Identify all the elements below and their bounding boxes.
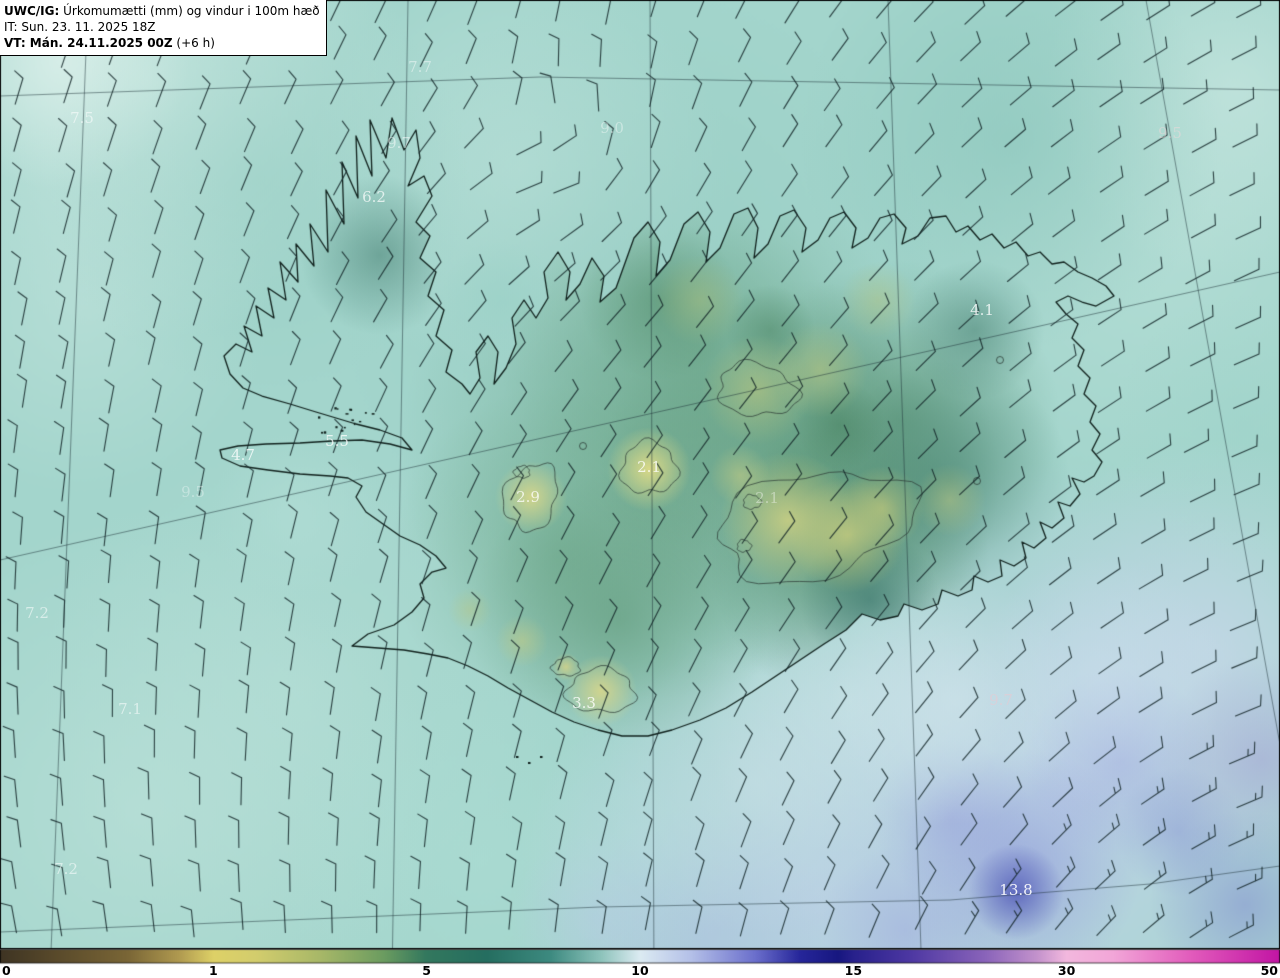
map-canvas: [0, 0, 1280, 978]
colorbar-tick-label: 1: [209, 963, 218, 978]
weather-map: 7.5 7.7 9.7 6.2 9.0 9.5 4.1 5.5 4.7 9.5 2.9 2.1 2.1 7…: [0, 0, 1280, 978]
colorbar-tick-label: 15: [844, 963, 863, 978]
colorbar-tick-label: 5: [422, 963, 431, 978]
product-title: Úrkomumætti (mm) og vindur i 100m hæð: [59, 4, 320, 18]
valid-time: VT: Mán. 24.11.2025 00Z: [4, 36, 173, 50]
forecast-header: UWC/IG: Úrkomumætti (mm) og vindur i 100…: [0, 0, 327, 56]
lead-time: (+6 h): [172, 36, 215, 50]
colorbar-tick-label: 50: [1260, 963, 1278, 978]
init-time: IT: Sun. 23. 11. 2025 18Z: [4, 20, 156, 34]
colorbar-tick-row: 0 1 5 10 15 30 50: [0, 963, 1280, 978]
colorbar-tick-label: 0: [2, 963, 11, 978]
product-label: UWC/IG:: [4, 4, 60, 18]
valid-time-line: VT: Mán. 24.11.2025 00Z (+6 h): [4, 35, 320, 51]
colorbar-tick-label: 10: [631, 963, 649, 978]
product-title-line: UWC/IG: Úrkomumætti (mm) og vindur i 100…: [4, 3, 320, 19]
colorbar-tick-label: 30: [1057, 963, 1076, 978]
